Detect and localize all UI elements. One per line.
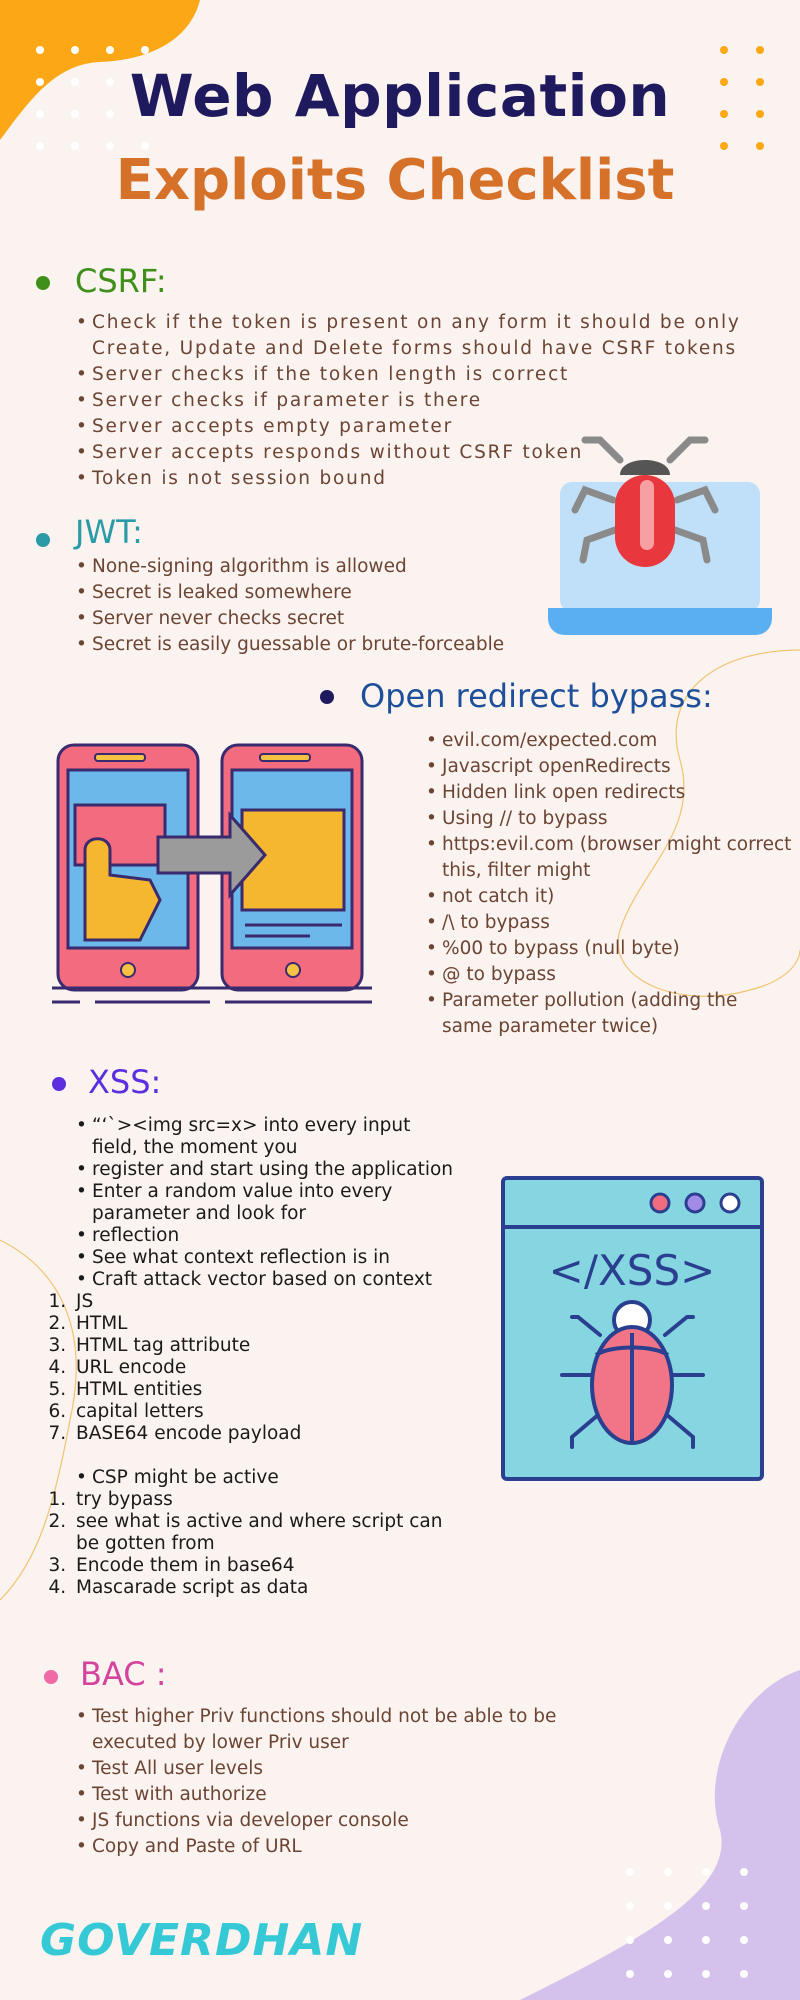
xss-csp-steps: try bypass see what is active and where … bbox=[50, 1489, 462, 1599]
xss-heading: XSS: bbox=[88, 1063, 162, 1101]
list-item: Mascarade script as data bbox=[72, 1577, 462, 1599]
list-item: HTML entities bbox=[72, 1379, 462, 1401]
list-item: %00 to bypass (null byte) bbox=[426, 936, 792, 962]
list-item: Encode them in base64 bbox=[72, 1555, 462, 1577]
jwt-heading: JWT: bbox=[75, 513, 143, 551]
redirect-list: evil.com/expected.com Javascript openRed… bbox=[422, 728, 792, 1040]
list-item: HTML bbox=[72, 1313, 462, 1335]
xss-bullet bbox=[52, 1077, 66, 1091]
jwt-bullet bbox=[36, 533, 50, 547]
list-item: not catch it) bbox=[426, 884, 792, 910]
xss-content: “‘`><img src=x> into every input field, … bbox=[72, 1115, 462, 1599]
title-line-1: Web Application bbox=[129, 62, 671, 130]
list-item: https:evil.com (browser might correct th… bbox=[426, 832, 792, 884]
signature: GOVERDHAN bbox=[40, 1915, 364, 1966]
list-item: /\ to bypass bbox=[426, 910, 792, 936]
bac-bullet bbox=[44, 1670, 58, 1684]
xss-list: “‘`><img src=x> into every input field, … bbox=[72, 1115, 462, 1291]
jwt-list: None-signing algorithm is allowed Secret… bbox=[72, 554, 572, 658]
list-item: Hidden link open redirects bbox=[426, 780, 792, 806]
list-item: Test with authorize bbox=[76, 1782, 572, 1808]
redirect-heading: Open redirect bypass: bbox=[360, 677, 713, 715]
list-item: Server checks if the token length is cor… bbox=[76, 362, 752, 388]
list-item: register and start using the application bbox=[76, 1159, 462, 1181]
list-item: Secret is leaked somewhere bbox=[76, 580, 572, 606]
list-item: JS bbox=[72, 1291, 462, 1313]
list-item: reflection bbox=[76, 1225, 462, 1247]
list-item: URL encode bbox=[72, 1357, 462, 1379]
xss-code-text: </XSS> bbox=[549, 1246, 716, 1295]
list-item: try bypass bbox=[72, 1489, 462, 1511]
list-item: Enter a random value into every paramete… bbox=[76, 1181, 462, 1225]
list-item: Craft attack vector based on context bbox=[76, 1269, 462, 1291]
list-item: see what is active and where script can … bbox=[72, 1511, 462, 1555]
list-item: “‘`><img src=x> into every input field, … bbox=[76, 1115, 462, 1159]
list-item: evil.com/expected.com bbox=[426, 728, 792, 754]
list-item: None-signing algorithm is allowed bbox=[76, 554, 572, 580]
title-line-2: Exploits Checklist bbox=[115, 148, 675, 213]
list-item: Test All user levels bbox=[76, 1756, 572, 1782]
bac-heading: BAC : bbox=[80, 1655, 167, 1693]
list-item: Server checks if parameter is there bbox=[76, 388, 752, 414]
list-item: Server never checks secret bbox=[76, 606, 572, 632]
list-item: Using // to bypass bbox=[426, 806, 792, 832]
list-item: Check if the token is present on any for… bbox=[76, 310, 752, 362]
list-item: BASE64 encode payload bbox=[72, 1423, 462, 1445]
list-item: Parameter pollution (adding the same par… bbox=[426, 988, 792, 1040]
csrf-heading: CSRF: bbox=[75, 262, 167, 300]
list-item: @ to bypass bbox=[426, 962, 792, 988]
phones-redirect-illustration bbox=[52, 743, 372, 1004]
redirect-bullet bbox=[320, 690, 334, 704]
bac-list: Test higher Priv functions should not be… bbox=[72, 1704, 572, 1860]
xss-window-illustration: </XSS> bbox=[501, 1176, 764, 1481]
xss-csp-list: CSP might be active bbox=[72, 1467, 462, 1489]
list-item: capital letters bbox=[72, 1401, 462, 1423]
list-item: JS functions via developer console bbox=[76, 1808, 572, 1834]
list-item: Copy and Paste of URL bbox=[76, 1834, 572, 1860]
list-item: HTML tag attribute bbox=[72, 1335, 462, 1357]
laptop-bug-illustration bbox=[548, 436, 772, 635]
xss-context-list: JS HTML HTML tag attribute URL encode HT… bbox=[50, 1291, 462, 1445]
list-item: CSP might be active bbox=[76, 1467, 462, 1489]
list-item: Javascript openRedirects bbox=[426, 754, 792, 780]
list-item: Secret is easily guessable or brute-forc… bbox=[76, 632, 572, 658]
list-item: Test higher Priv functions should not be… bbox=[76, 1704, 572, 1756]
csrf-bullet bbox=[36, 276, 50, 290]
list-item: See what context reflection is in bbox=[76, 1247, 462, 1269]
